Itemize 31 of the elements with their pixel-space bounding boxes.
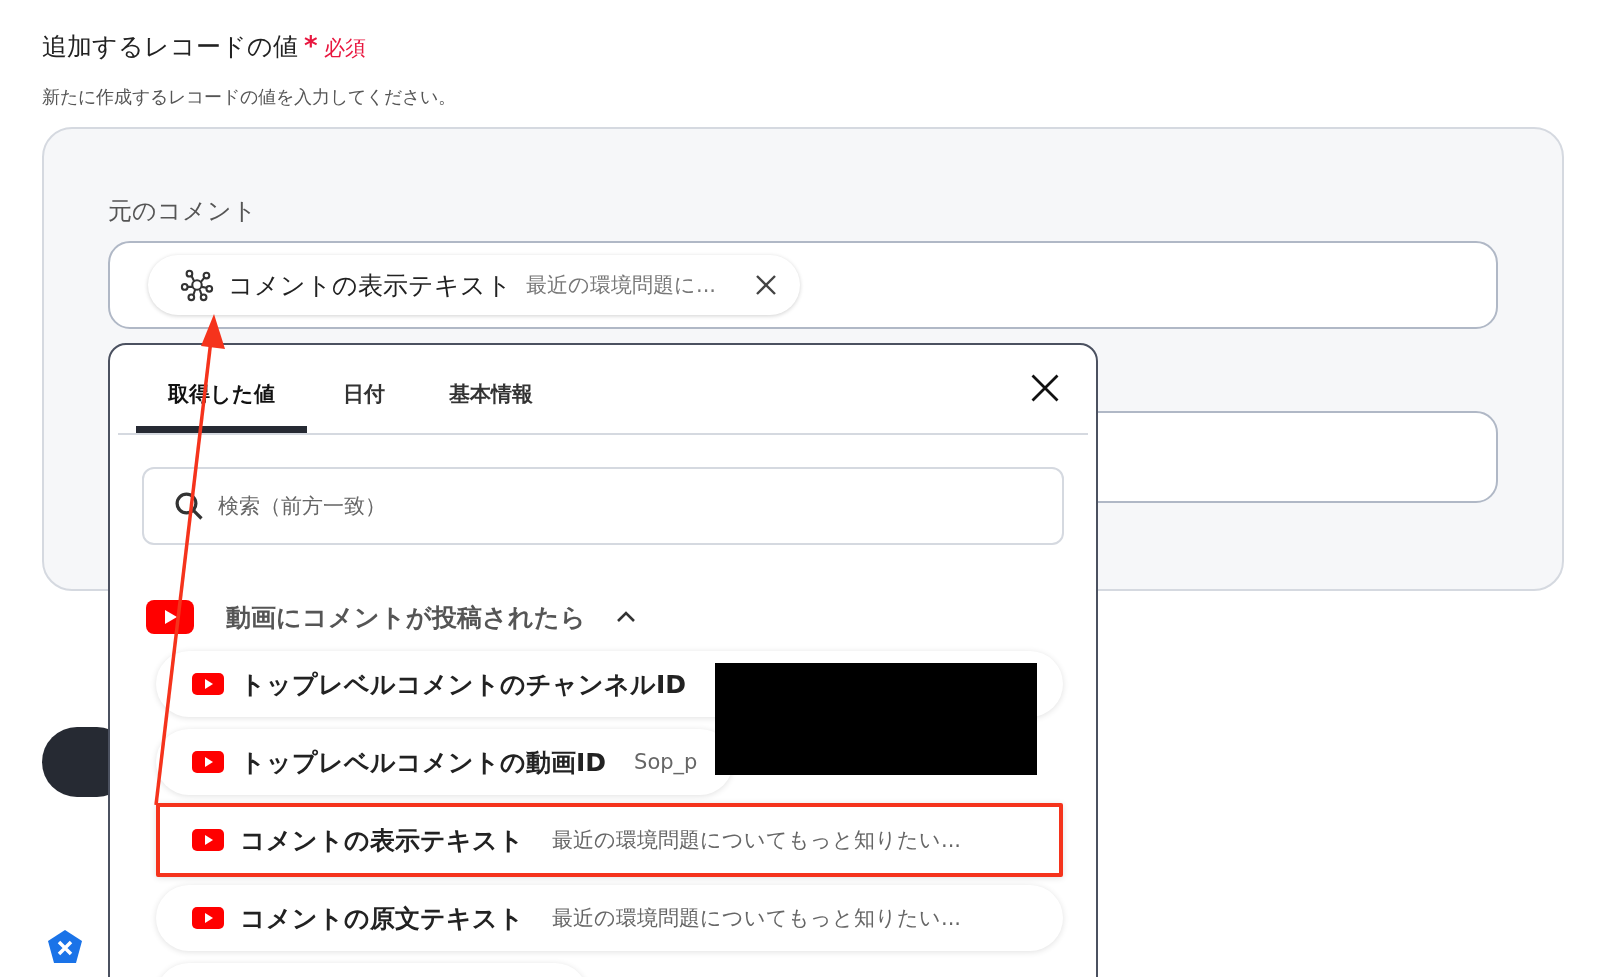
- item-value: 最近の環境問題についてもっと知りたい...: [552, 827, 962, 854]
- list-item[interactable]: コメントの表示テキスト 最近の環境問題についてもっと知りたい...: [156, 803, 1063, 877]
- tab[interactable]: 日付: [315, 380, 413, 433]
- play-icon: [192, 673, 224, 695]
- required-label: 必須: [323, 35, 366, 62]
- close-icon[interactable]: [1030, 373, 1060, 403]
- search-field[interactable]: 検索（前方一致）: [142, 467, 1064, 545]
- chevron-icon: [616, 611, 636, 623]
- network-icon: [180, 268, 214, 302]
- input-field[interactable]: コメントの表示テキスト 最近の環境問題に...: [108, 241, 1498, 329]
- chip-value: 最近の環境問題に...: [526, 272, 717, 299]
- section-title: 追加するレコードの値: [42, 31, 298, 63]
- item-name: トップレベルコメントの動画ID: [240, 746, 607, 779]
- item-name: トップレベルコメントのチャンネルID: [240, 668, 687, 701]
- play-icon: [192, 829, 224, 851]
- play-icon: [192, 751, 224, 773]
- play-icon: [192, 907, 224, 929]
- item-name: コメントの原文テキスト: [240, 902, 524, 935]
- tab[interactable]: 基本情報: [421, 380, 561, 433]
- chip-name: コメントの表示テキスト: [228, 269, 512, 302]
- field-label: 元のコメント: [108, 196, 258, 227]
- search-icon: [174, 491, 204, 521]
- item-value: Sop_p: [634, 750, 698, 774]
- item-value: 最近の環境問題についてもっと知りたい...: [552, 905, 962, 932]
- required-mark: *: [304, 31, 318, 61]
- section-description: 新たに作成するレコードの値を入力してください。: [42, 85, 457, 109]
- item-name: コメントの表示テキスト: [240, 824, 524, 857]
- play-icon: [146, 600, 194, 634]
- close-icon[interactable]: [754, 273, 779, 297]
- group-header[interactable]: 動画にコメントが投稿されたら: [118, 597, 1088, 637]
- value-chip[interactable]: コメントの表示テキスト 最近の環境問題に...: [148, 255, 801, 315]
